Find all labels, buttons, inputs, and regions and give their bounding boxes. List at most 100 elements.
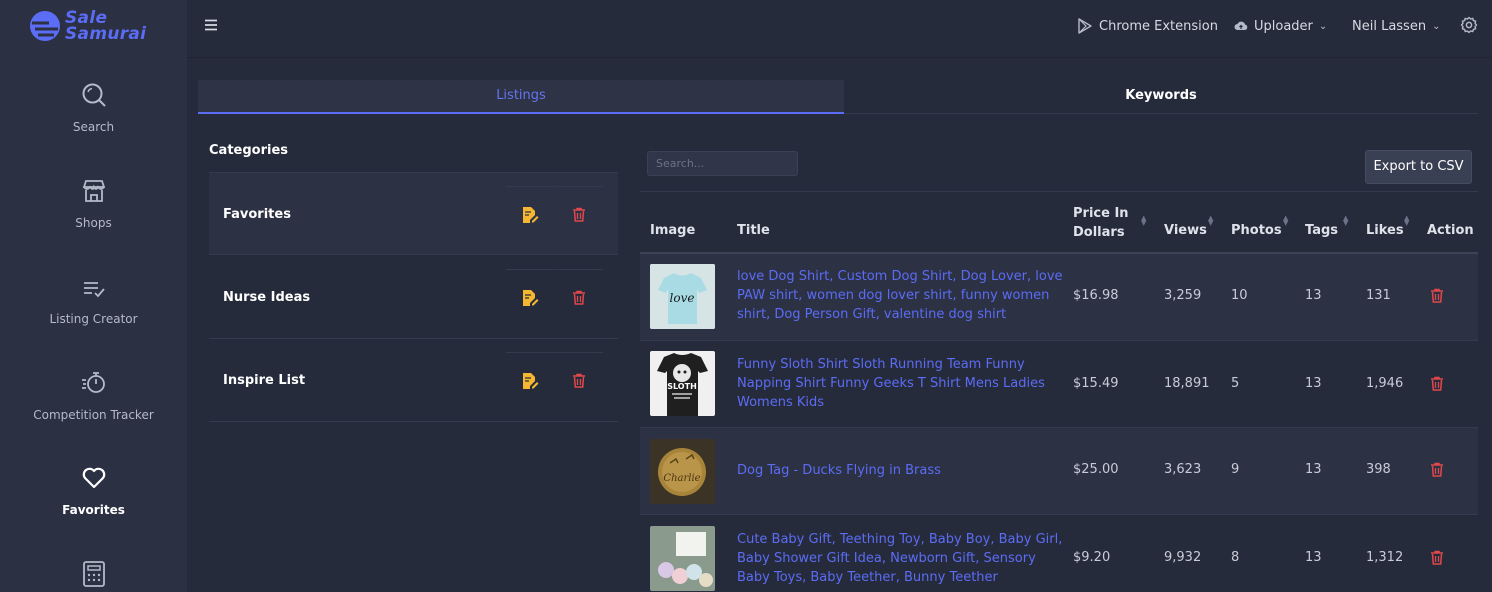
edit-category-button[interactable] [506, 186, 554, 242]
tab-listings[interactable]: Listings [198, 80, 844, 114]
category-name: Favorites [223, 207, 291, 222]
column-header-photos[interactable]: Photos [1231, 223, 1282, 238]
product-image[interactable] [650, 526, 715, 591]
price-cell: $16.98 [1073, 288, 1119, 303]
trash-icon[interactable] [1430, 550, 1444, 565]
sidebar-item-label: Listing Creator [49, 312, 138, 326]
category-row-inspire-list[interactable]: Inspire List [209, 339, 618, 422]
table-row: SLOTH Funny Sloth Shirt Sloth Running Te… [640, 341, 1478, 428]
categories-title: Categories [209, 143, 289, 158]
list-check-icon [83, 282, 105, 298]
baby-teether-image-icon [650, 526, 715, 591]
category-row-nurse-ideas[interactable]: Nurse Ideas [209, 256, 618, 339]
shop-icon [82, 180, 105, 202]
photos-cell: 9 [1231, 462, 1240, 477]
delete-category-button[interactable] [555, 269, 603, 325]
views-cell: 18,891 [1164, 376, 1210, 391]
listing-title-link[interactable]: Dog Tag - Ducks Flying in Brass [737, 461, 1067, 480]
product-image[interactable]: SLOTH [650, 351, 715, 416]
likes-cell: 1,312 [1366, 550, 1404, 565]
logo-text-line2: Samurai [65, 24, 147, 44]
table-row: Cute Baby Gift, Teething Toy, Baby Boy, … [640, 516, 1478, 592]
trash-icon[interactable] [1430, 462, 1444, 477]
sidebar-item-search[interactable]: Search [0, 82, 187, 134]
product-image[interactable]: love [650, 264, 715, 329]
category-row-favorites[interactable]: Favorites [209, 172, 618, 255]
cloud-upload-icon [1234, 21, 1248, 30]
play-store-icon [1078, 18, 1092, 34]
column-header-tags[interactable]: Tags [1305, 223, 1338, 238]
listing-title-link[interactable]: love Dog Shirt, Custom Dog Shirt, Dog Lo… [737, 267, 1067, 324]
column-header-views[interactable]: Views [1164, 223, 1207, 238]
sidebar-item-listing-creator[interactable]: Listing Creator [0, 278, 187, 326]
table-row: love love Dog Shirt, Custom Dog Shirt, D… [640, 254, 1478, 341]
tshirt-image-icon: love [650, 264, 715, 329]
sidebar-item-favorites[interactable]: Favorites [0, 465, 187, 517]
sidebar-item-shops[interactable]: Shops [0, 178, 187, 230]
likes-cell: 1,946 [1366, 376, 1404, 391]
views-cell: 9,932 [1164, 550, 1202, 565]
chrome-extension-link[interactable]: Chrome Extension [1077, 0, 1218, 52]
sidebar-item-label: Shops [75, 216, 112, 230]
category-name: Nurse Ideas [223, 290, 311, 305]
table-row: Charlie Dog Tag - Ducks Flying in Brass … [640, 428, 1478, 515]
sidebar-item-calculator[interactable] [0, 560, 187, 592]
photos-cell: 8 [1231, 550, 1240, 565]
tab-keywords[interactable]: Keywords [844, 80, 1478, 114]
trash-icon[interactable] [1430, 376, 1444, 391]
price-cell: $15.49 [1073, 376, 1119, 391]
sort-icon[interactable]: ▲ ▼ [1283, 215, 1288, 227]
chrome-extension-label: Chrome Extension [1099, 18, 1218, 34]
edit-icon [523, 289, 539, 306]
sort-icon[interactable]: ▲ ▼ [1208, 215, 1213, 227]
edit-category-button[interactable] [506, 269, 554, 325]
delete-category-button[interactable] [555, 352, 603, 408]
edit-category-button[interactable] [506, 352, 554, 408]
sort-icon[interactable]: ▲ ▼ [1343, 215, 1348, 227]
listing-title-link[interactable]: Cute Baby Gift, Teething Toy, Baby Boy, … [737, 530, 1067, 587]
trash-icon [573, 207, 585, 222]
hamburger-menu-icon[interactable] [204, 18, 218, 32]
column-header-title[interactable]: Title [737, 223, 770, 238]
category-name: Inspire List [223, 373, 306, 388]
calculator-icon [82, 561, 105, 587]
photos-cell: 5 [1231, 376, 1240, 391]
column-header-price[interactable]: Price In Dollars [1073, 204, 1129, 242]
trash-icon [573, 373, 585, 388]
tags-cell: 13 [1305, 288, 1322, 303]
export-csv-button[interactable]: Export to CSV [1365, 150, 1472, 184]
user-name: Neil Lassen [1352, 18, 1427, 34]
dog-tag-image-icon: Charlie [650, 439, 715, 504]
photos-cell: 10 [1231, 288, 1248, 303]
tab-bar: Listings Keywords [198, 80, 1478, 114]
column-header-likes[interactable]: Likes [1366, 223, 1404, 238]
stopwatch-icon [81, 372, 105, 393]
tags-cell: 13 [1305, 376, 1322, 391]
listing-title-link[interactable]: Funny Sloth Shirt Sloth Running Team Fun… [737, 355, 1067, 412]
views-cell: 3,623 [1164, 462, 1202, 477]
sort-icon[interactable]: ▲ ▼ [1404, 215, 1409, 227]
sort-icon[interactable]: ▲ ▼ [1141, 215, 1146, 227]
sidebar-item-competition-tracker[interactable]: Competition Tracker [0, 370, 187, 422]
tags-cell: 13 [1305, 462, 1322, 477]
app-logo[interactable]: Sale Samurai [29, 10, 147, 44]
user-menu-dropdown[interactable]: Neil Lassen ⌄ [1352, 0, 1440, 52]
price-cell: $25.00 [1073, 462, 1119, 477]
edit-icon [523, 206, 539, 223]
sidebar: Sale Samurai Search Shops Listing Creato… [0, 0, 187, 592]
search-input[interactable] [647, 151, 798, 176]
column-header-action: Action [1427, 223, 1474, 238]
gear-icon[interactable] [1460, 16, 1478, 34]
delete-category-button[interactable] [555, 186, 603, 242]
trash-icon [573, 290, 585, 305]
uploader-dropdown[interactable]: Uploader ⌄ [1234, 0, 1327, 52]
trash-icon[interactable] [1430, 288, 1444, 303]
product-image[interactable]: Charlie [650, 439, 715, 504]
chevron-down-icon: ⌄ [1318, 20, 1328, 32]
tags-cell: 13 [1305, 550, 1322, 565]
chevron-down-icon: ⌄ [1432, 20, 1441, 32]
svg-text:Charlie: Charlie [663, 473, 700, 484]
uploader-label: Uploader [1254, 18, 1313, 34]
sidebar-item-label: Search [72, 120, 115, 134]
sidebar-item-label: Favorites [62, 503, 125, 517]
